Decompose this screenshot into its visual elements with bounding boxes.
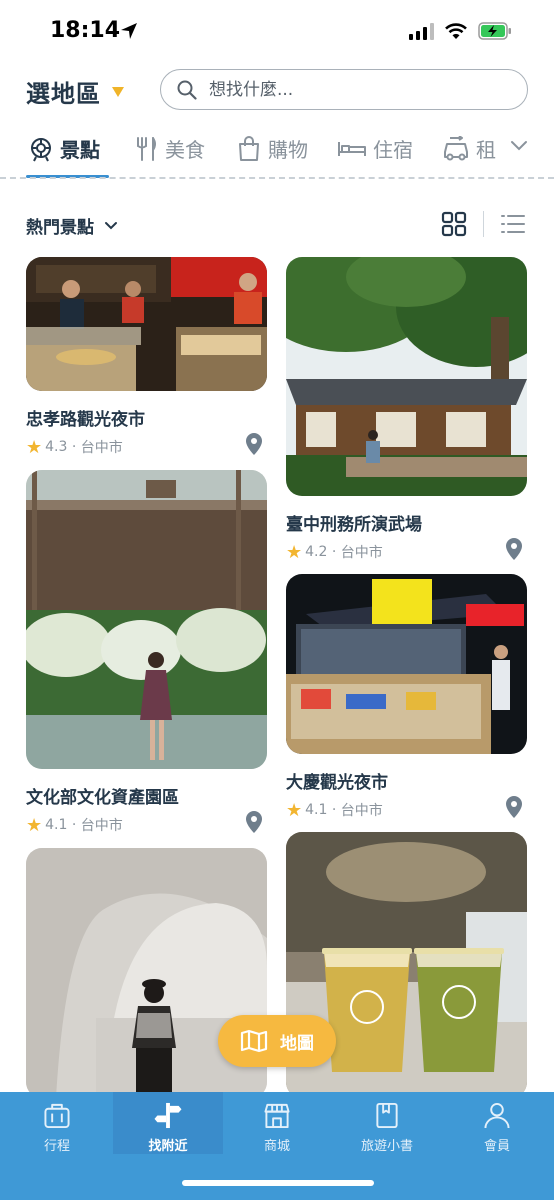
card-meta: ★ 4.1 · 台中市 [286,796,527,821]
nav-nearby-label: 找附近 [148,1139,188,1154]
card-meta: ★ 4.1 · 台中市 [26,811,267,836]
caret-down-icon [112,86,124,97]
tab-food[interactable]: 美食 [133,134,205,163]
category-tabs: 景點 美食 購物 住宿 租 [0,124,554,180]
signpost-icon [154,1102,182,1129]
attraction-card[interactable]: 大慶觀光夜市 ★ 4.1 · 台中市 [286,574,527,821]
search-input[interactable] [209,79,509,100]
car-rental-icon [444,135,468,160]
location-arrow-icon [121,23,137,39]
search-bar[interactable] [160,69,528,110]
card-rating: 4.2 [305,544,328,560]
chevron-down-icon[interactable] [510,140,528,152]
status-indicators [409,22,512,40]
tab-lodging-label: 住宿 [373,138,413,162]
shopping-bag-icon [239,135,259,161]
map-pin-icon[interactable] [505,537,523,561]
card-location: 台中市 [80,440,123,456]
night-market-photo [26,257,267,391]
book-icon [376,1102,398,1129]
suitcase-icon [44,1103,70,1129]
battery-charging-icon [478,22,511,40]
tab-rental[interactable]: 租 [442,134,496,163]
map-pin-icon[interactable] [505,795,523,819]
nav-travel-books-label: 旅遊小書 [360,1139,413,1154]
region-label: 選地區 [26,80,101,108]
header: 選地區 [0,64,554,116]
nav-itinerary-label: 行程 [43,1139,70,1154]
card-location: 台中市 [340,545,383,561]
star-icon: ★ [26,814,43,836]
heritage-park-photo [26,470,267,769]
nav-member-label: 會員 [483,1139,510,1154]
map-pin-icon[interactable] [245,432,263,456]
tab-attractions[interactable]: 景點 [28,134,100,163]
status-time: 18:14 [50,18,121,43]
nav-member[interactable]: 會員 [442,1092,552,1154]
meta-separator: · [67,817,81,833]
cellular-signal-icon [409,22,434,40]
map-view-button[interactable]: 地圖 [218,1015,336,1067]
card-rating: 4.3 [45,439,68,455]
card-title: 臺中刑務所演武場 [286,515,422,535]
nav-itinerary[interactable]: 行程 [2,1092,112,1154]
grid-view-icon[interactable] [441,211,467,237]
map-pin-icon[interactable] [245,810,263,834]
card-title: 文化部文化資產園區 [26,788,179,808]
daqing-market-photo [286,574,527,754]
meta-separator: · [327,544,341,560]
tab-rental-label: 租 [476,138,496,162]
bed-icon [338,141,366,156]
nav-travel-books[interactable]: 旅遊小書 [332,1092,442,1154]
card-photo[interactable] [286,574,527,754]
view-toggle [441,211,526,237]
region-selector[interactable]: 選地區 [26,74,125,109]
sort-label: 熱門景點 [26,218,94,238]
attraction-card[interactable]: 忠孝路觀光夜市 ★ 4.3 · 台中市 [26,257,267,458]
card-rating: 4.1 [45,817,68,833]
martial-arts-hall-photo [286,257,527,496]
wifi-icon [445,23,467,39]
store-icon [264,1103,290,1129]
meta-separator: · [67,439,81,455]
search-icon [177,80,197,100]
card-photo[interactable] [26,470,267,769]
fork-knife-icon [137,136,156,161]
card-meta: ★ 4.2 · 台中市 [286,538,527,563]
attraction-card[interactable]: 文化部文化資產園區 ★ 4.1 · 台中市 [26,470,267,836]
tab-lodging[interactable]: 住宿 [337,134,413,163]
card-rating: 4.1 [305,802,328,818]
star-icon: ★ [286,799,303,821]
user-icon [484,1102,510,1129]
card-location: 台中市 [80,818,123,834]
tab-shopping[interactable]: 購物 [236,134,308,163]
sort-dropdown[interactable]: 熱門景點 [26,213,118,238]
view-toggle-divider [483,211,484,237]
star-icon: ★ [286,541,303,563]
chevron-down-icon [105,221,117,229]
card-meta: ★ 4.3 · 台中市 [26,433,267,458]
home-indicator [182,1180,374,1186]
nav-nearby[interactable]: 找附近 [113,1092,223,1154]
attraction-card[interactable]: 臺中刑務所演武場 ★ 4.2 · 台中市 [286,257,527,563]
meta-separator: · [327,802,341,818]
tab-shopping-label: 購物 [268,138,308,162]
tab-attractions-label: 景點 [60,138,100,162]
star-icon: ★ [26,436,43,458]
tab-food-label: 美食 [165,138,205,162]
card-photo[interactable] [286,257,527,496]
map-button-label: 地圖 [280,1033,314,1054]
status-bar: 18:14 [0,0,554,64]
list-view-icon[interactable] [500,211,526,237]
card-title: 大慶觀光夜市 [286,773,388,793]
tabs-divider [0,177,554,179]
nav-store-label: 商城 [263,1139,290,1154]
map-icon [240,1029,268,1053]
list-toolbar: 熱門景點 [0,205,554,245]
card-photo[interactable] [26,257,267,391]
card-title: 忠孝路觀光夜市 [26,410,145,430]
attraction-icon [31,137,51,161]
nav-store[interactable]: 商城 [222,1092,332,1154]
card-location: 台中市 [340,803,383,819]
